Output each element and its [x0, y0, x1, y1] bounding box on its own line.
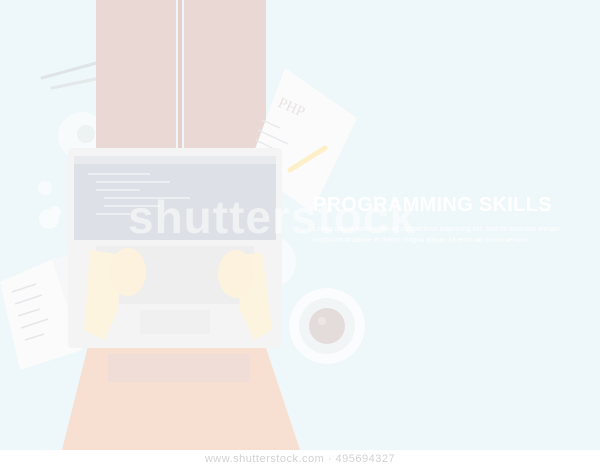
crumb-dot [38, 181, 52, 195]
headline: PROGRAMMING SKILLS [313, 194, 552, 216]
crumb-dot [49, 206, 61, 218]
illustration-canvas: PHP shutterstock PROGRAMMING SKILLS Lore… [0, 0, 600, 450]
footer-text: www.shutterstock.com · 495694327 [204, 453, 396, 465]
subtitle-line-2: incididunt ut labore et dolore magna ali… [313, 237, 528, 244]
footer-bar: www.shutterstock.com · 495694327 [0, 450, 600, 470]
legs [96, 0, 266, 160]
subtitle-line-1: Lorem ipsum dolor sit amet, consectetur … [313, 226, 560, 233]
coffee-cup [289, 288, 365, 364]
